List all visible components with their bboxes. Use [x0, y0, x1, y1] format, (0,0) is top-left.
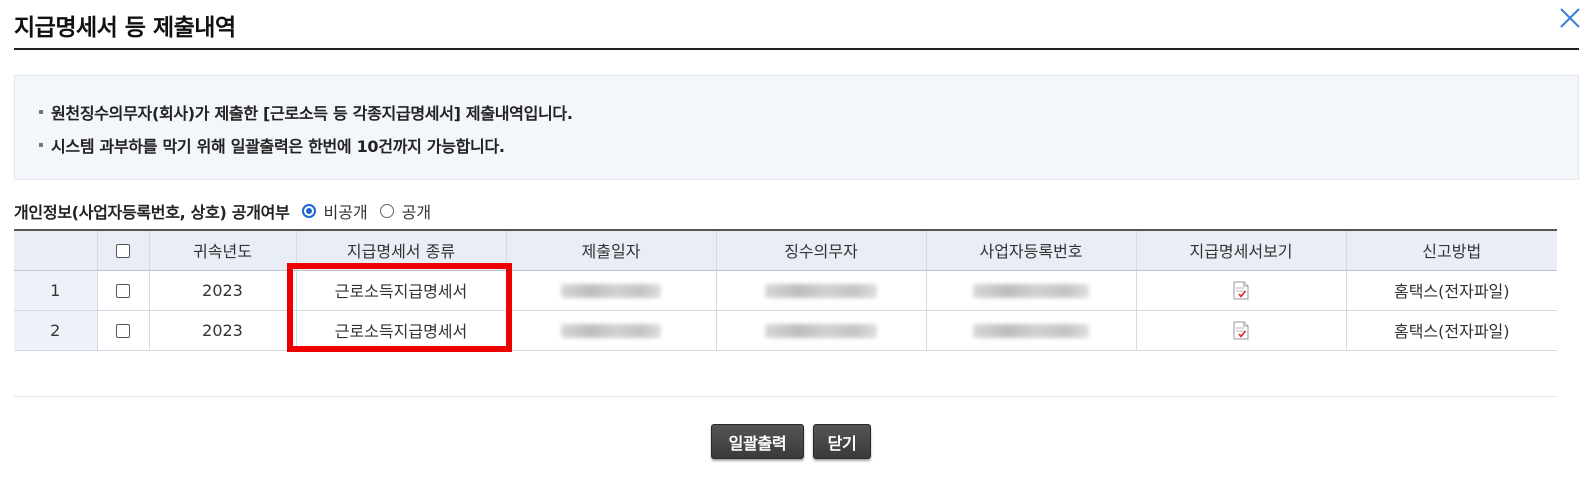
row-business-number — [926, 270, 1137, 311]
notice-text: 시스템 과부하를 막기 위해 일괄출력은 한번에 10건까지 가능합니다. — [51, 137, 505, 156]
row-submit-date — [506, 270, 717, 311]
document-icon[interactable] — [1233, 281, 1249, 300]
col-header-business-number: 사업자등록번호 — [926, 229, 1137, 271]
row-type: 근로소득지급명세서 — [296, 310, 507, 351]
table-row: 2 2023 근로소득지급명세서 홈택스(전자파일) — [14, 310, 1557, 351]
privacy-label: 개인정보(사업자등록번호, 상호) 공개여부 — [14, 203, 290, 222]
col-header-submit-date: 제출일자 — [506, 229, 717, 271]
bullet-icon — [39, 109, 43, 114]
row-year: 2023 — [149, 310, 297, 351]
select-all-checkbox[interactable] — [116, 244, 130, 259]
close-icon[interactable] — [1554, 2, 1588, 36]
document-icon[interactable] — [1233, 321, 1249, 340]
privacy-setting: 개인정보(사업자등록번호, 상호) 공개여부 비공개 공개 — [14, 199, 443, 223]
col-header-withholder: 징수의무자 — [716, 229, 927, 271]
row-select-cell — [97, 310, 150, 351]
row-method: 홈택스(전자파일) — [1346, 310, 1557, 351]
submission-table: 귀속년도 지급명세서 종류 제출일자 징수의무자 사업자등록번호 지급명세서보기… — [14, 229, 1557, 351]
redacted-value — [973, 324, 1089, 338]
col-header-view: 지급명세서보기 — [1136, 229, 1347, 271]
row-checkbox[interactable] — [116, 284, 130, 298]
notice-box: 원천징수의무자(회사)가 제출한 [근로소득 등 각종지급명세서] 제출내역입니… — [14, 75, 1579, 180]
radio-public-label: 공개 — [401, 203, 432, 222]
row-number: 2 — [14, 310, 98, 351]
radio-public[interactable]: 공개 — [379, 199, 432, 223]
col-header-num — [14, 229, 98, 271]
table-row: 1 2023 근로소득지급명세서 홈택스(전자파일) — [14, 270, 1557, 311]
notice-text: 원천징수의무자(회사)가 제출한 [근로소득 등 각종지급명세서] 제출내역입니… — [51, 104, 573, 123]
row-submit-date — [506, 310, 717, 351]
bullet-icon — [39, 142, 43, 147]
col-header-year: 귀속년도 — [149, 229, 297, 271]
dialog-header: 지급명세서 등 제출내역 — [14, 0, 1580, 50]
row-type: 근로소득지급명세서 — [296, 270, 507, 311]
row-select-cell — [97, 270, 150, 311]
divider — [14, 396, 1557, 397]
table-header-row: 귀속년도 지급명세서 종류 제출일자 징수의무자 사업자등록번호 지급명세서보기… — [14, 229, 1557, 271]
col-header-type: 지급명세서 종류 — [296, 229, 507, 271]
row-view-cell — [1136, 310, 1347, 351]
row-number: 1 — [14, 270, 98, 311]
row-withholder — [716, 310, 927, 351]
redacted-value — [973, 284, 1089, 298]
row-year: 2023 — [149, 270, 297, 311]
notice-line: 시스템 과부하를 막기 위해 일괄출력은 한번에 10건까지 가능합니다. — [39, 133, 505, 157]
radio-checked-icon[interactable] — [301, 204, 316, 218]
col-header-select-all — [97, 229, 150, 271]
page-title: 지급명세서 등 제출내역 — [14, 15, 236, 41]
radio-private[interactable]: 비공개 — [301, 199, 368, 223]
notice-line: 원천징수의무자(회사)가 제출한 [근로소득 등 각종지급명세서] 제출내역입니… — [39, 100, 573, 124]
redacted-value — [765, 284, 877, 298]
row-view-cell — [1136, 270, 1347, 311]
radio-private-label: 비공개 — [323, 203, 368, 222]
col-header-method: 신고방법 — [1346, 229, 1557, 271]
row-checkbox[interactable] — [116, 324, 130, 338]
radio-unchecked-icon[interactable] — [379, 204, 394, 218]
redacted-value — [765, 324, 877, 338]
row-business-number — [926, 310, 1137, 351]
batch-print-button[interactable]: 일괄출력 — [711, 424, 804, 459]
row-method: 홈택스(전자파일) — [1346, 270, 1557, 311]
redacted-value — [561, 284, 661, 298]
row-withholder — [716, 270, 927, 311]
redacted-value — [561, 324, 661, 338]
close-button[interactable]: 닫기 — [813, 424, 871, 459]
